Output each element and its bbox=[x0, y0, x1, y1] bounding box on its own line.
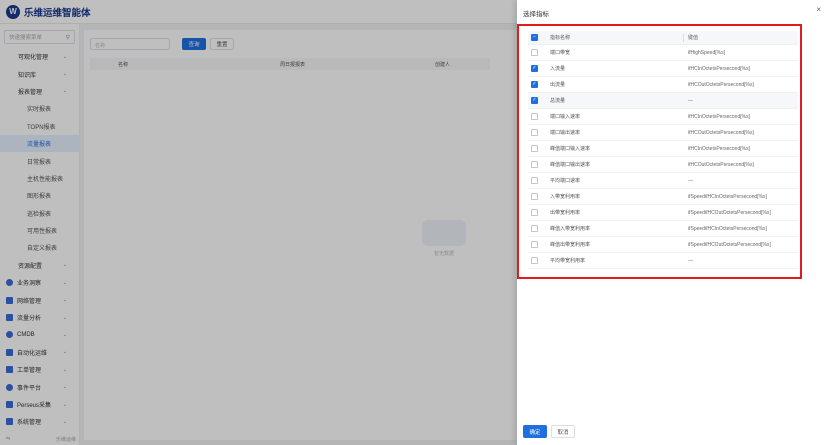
metric-key: ifHighSpeed[%s] bbox=[688, 49, 725, 56]
metric-key: ifHCOutOctetsPersecond[%s] bbox=[688, 129, 754, 136]
metric-name: 总流量 bbox=[550, 98, 566, 104]
metric-row[interactable]: 端口输入速率 ifHCInOctetsPersecond[%s] bbox=[528, 109, 798, 125]
metric-key: ifSpeedifHCOutOctetsPersecond[%s] bbox=[688, 241, 771, 248]
metric-key: — bbox=[688, 257, 693, 264]
metric-name: 端口输入速率 bbox=[550, 114, 581, 120]
metric-name: 峰值出带宽利用率 bbox=[550, 242, 591, 248]
metric-name: 峰值端口输出速率 bbox=[550, 162, 591, 168]
metric-row[interactable]: 平均端口速率 — bbox=[528, 173, 798, 189]
metric-row[interactable]: ✓ 出流量 ifHCOutOctetsPersecond[%s] bbox=[528, 77, 798, 93]
metric-checkbox[interactable]: ✓ bbox=[531, 65, 538, 72]
metric-checkbox[interactable]: ✓ bbox=[531, 81, 538, 88]
metric-row[interactable]: 峰值端口输出速率 ifHCOutOctetsPersecond[%s] bbox=[528, 157, 798, 173]
metric-row[interactable]: 峰值出带宽利用率 ifSpeedifHCOutOctetsPersecond[%s… bbox=[528, 237, 798, 253]
metric-name: 峰值端口输入速率 bbox=[550, 146, 591, 152]
metric-name: 平均端口速率 bbox=[550, 178, 581, 184]
select-all-checkbox[interactable]: − bbox=[531, 34, 538, 41]
metric-name: 出流量 bbox=[550, 82, 566, 88]
metrics-table-header: − 指标名称 键值 bbox=[528, 31, 798, 45]
metric-checkbox[interactable] bbox=[531, 161, 538, 168]
metrics-table: − 指标名称 键值 端口带宽 ifHighSpeed[%s] ✓ 入流量 ifHCInO… bbox=[528, 31, 798, 269]
metric-key: ifSpeedifHCInOctetsPersecond[%s] bbox=[688, 193, 767, 200]
confirm-button[interactable]: 确定 bbox=[523, 425, 547, 438]
metric-key: ifSpeedifHCOutOctetsPersecond[%s] bbox=[688, 209, 771, 216]
metric-checkbox[interactable]: ✓ bbox=[531, 97, 538, 104]
metric-name: 出带宽利用率 bbox=[550, 210, 581, 216]
metric-row[interactable]: 入带宽利用率 ifSpeedifHCInOctetsPersecond[%s] bbox=[528, 189, 798, 205]
metric-key: — bbox=[688, 177, 693, 184]
header-key-value: 键值 bbox=[688, 35, 699, 41]
close-icon[interactable]: × bbox=[816, 5, 821, 14]
metric-name: 端口输出速率 bbox=[550, 130, 581, 136]
metric-key: ifHCOutOctetsPersecond[%s] bbox=[688, 81, 754, 88]
metric-name: 入流量 bbox=[550, 66, 566, 72]
cancel-button[interactable]: 取消 bbox=[551, 425, 575, 438]
metric-name: 入带宽利用率 bbox=[550, 194, 581, 200]
metric-row[interactable]: 端口输出速率 ifHCOutOctetsPersecond[%s] bbox=[528, 125, 798, 141]
header-metric-name: 指标名称 bbox=[550, 35, 571, 41]
metric-checkbox[interactable] bbox=[531, 241, 538, 248]
metric-key: ifHCOutOctetsPersecond[%s] bbox=[688, 161, 754, 168]
metric-checkbox[interactable] bbox=[531, 145, 538, 152]
metric-row[interactable]: ✓ 总流量 — bbox=[528, 93, 798, 109]
metric-key: ifSpeedifHCInOctetsPersecond[%s] bbox=[688, 225, 767, 232]
metric-row[interactable]: 平均带宽利用率 — bbox=[528, 253, 798, 269]
metric-name: 平均带宽利用率 bbox=[550, 258, 586, 264]
metric-key: ifHCInOctetsPersecond[%s] bbox=[688, 65, 750, 72]
metric-row[interactable]: 峰值入带宽利用率 ifSpeedifHCInOctetsPersecond[%s] bbox=[528, 221, 798, 237]
metric-key: ifHCInOctetsPersecond[%s] bbox=[688, 113, 750, 120]
metric-checkbox[interactable] bbox=[531, 177, 538, 184]
metric-key: — bbox=[688, 97, 693, 104]
metric-row[interactable]: ✓ 入流量 ifHCInOctetsPersecond[%s] bbox=[528, 61, 798, 77]
metric-row[interactable]: 峰值端口输入速率 ifHCInOctetsPersecond[%s] bbox=[528, 141, 798, 157]
metric-checkbox[interactable] bbox=[531, 257, 538, 264]
metric-checkbox[interactable] bbox=[531, 209, 538, 216]
select-metrics-drawer: 选择指标 × − 指标名称 键值 端口带宽 ifHighSpeed[%s] ✓ 入流量… bbox=[517, 0, 830, 445]
metric-row[interactable]: 端口带宽 ifHighSpeed[%s] bbox=[528, 45, 798, 61]
metric-checkbox[interactable] bbox=[531, 225, 538, 232]
metric-checkbox[interactable] bbox=[531, 193, 538, 200]
metric-name: 峰值入带宽利用率 bbox=[550, 226, 591, 232]
metric-row[interactable]: 出带宽利用率 ifSpeedifHCOutOctetsPersecond[%s] bbox=[528, 205, 798, 221]
metric-name: 端口带宽 bbox=[550, 50, 571, 56]
metric-checkbox[interactable] bbox=[531, 129, 538, 136]
drawer-title: 选择指标 bbox=[523, 11, 549, 18]
metric-checkbox[interactable] bbox=[531, 49, 538, 56]
metric-checkbox[interactable] bbox=[531, 113, 538, 120]
column-divider bbox=[683, 34, 684, 42]
metric-key: ifHCInOctetsPersecond[%s] bbox=[688, 145, 750, 152]
